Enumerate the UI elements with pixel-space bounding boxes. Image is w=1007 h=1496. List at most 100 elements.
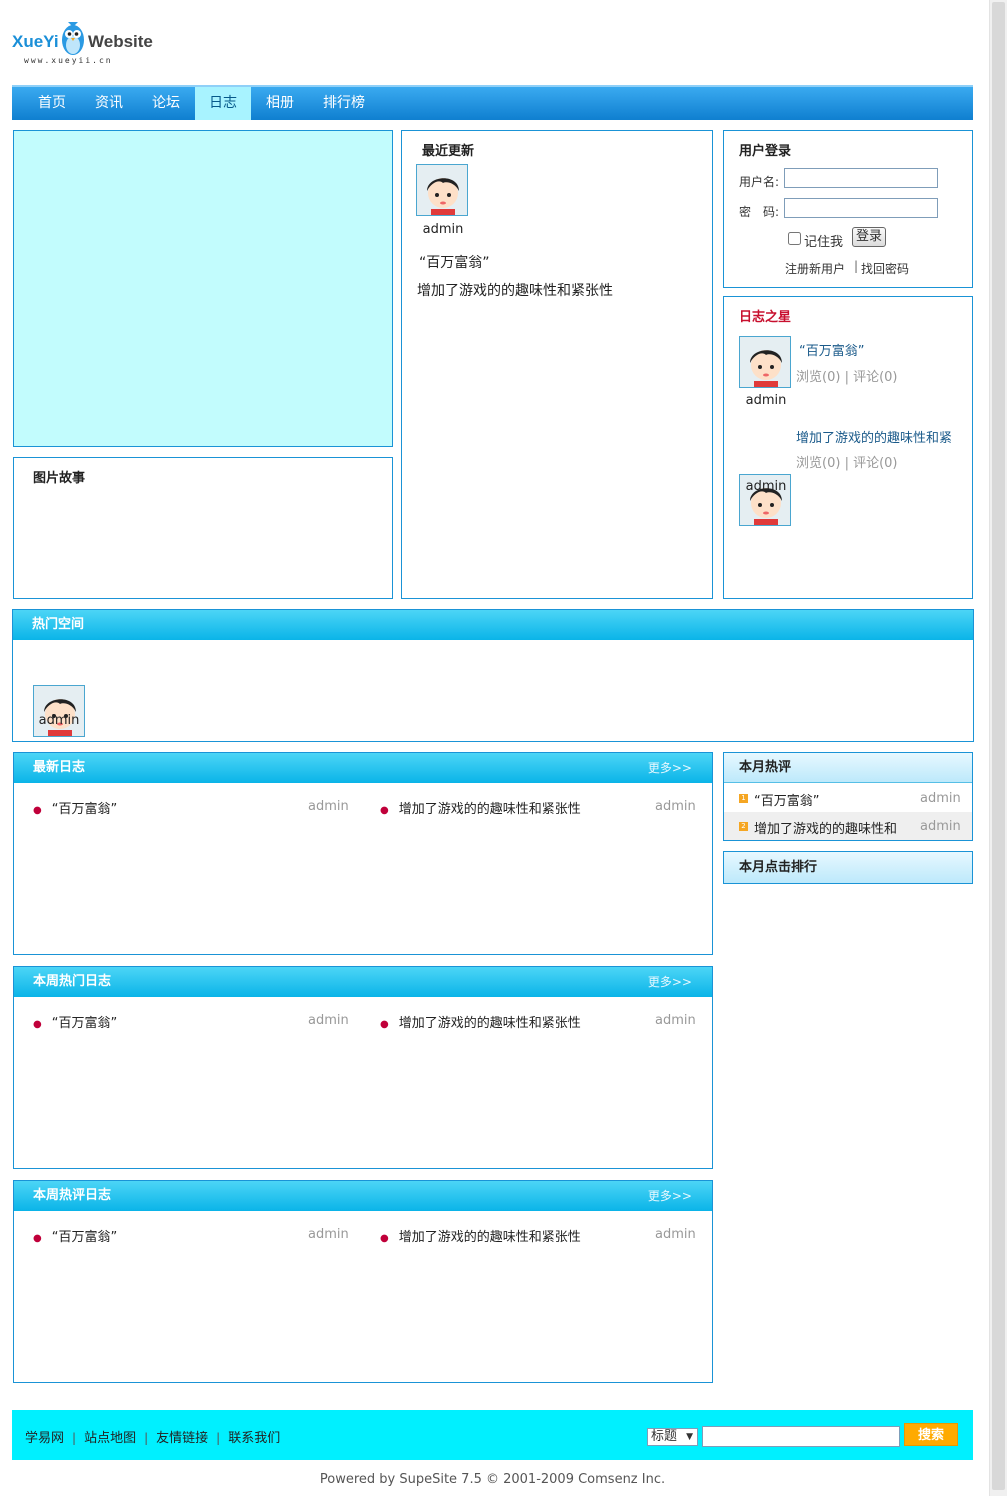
login-button[interactable]: 登录 <box>852 227 887 247</box>
login-title: 用户登录 <box>739 144 792 159</box>
username-input[interactable] <box>784 168 938 188</box>
search-type-select[interactable]: 标题 ▼ <box>647 1428 698 1446</box>
list-item[interactable]: ● “百万富翁” <box>33 798 117 817</box>
nav-item-ranking[interactable]: 排行榜 <box>309 87 379 120</box>
star-entry-title-2[interactable]: 增加了游戏的的趣味性和紧 <box>796 427 952 446</box>
hot-space-username[interactable]: admin <box>33 713 85 728</box>
search-type-value: 标题 <box>651 1429 678 1444</box>
list-item[interactable]: ● 增加了游戏的的趣味性和紧张性 <box>380 1012 581 1031</box>
more-link[interactable]: 更多>> <box>648 967 692 997</box>
recent-updates-panel: 最近更新 admin “百万富翁” 增加了游戏的的趣味性和紧张性 <box>401 130 713 599</box>
list-item-title[interactable]: 增加了游戏的的趣味性和紧张性 <box>399 1230 581 1245</box>
list-item-title[interactable]: “百万富翁” <box>52 1230 117 1245</box>
latest-blogs-title-text: 最新日志 <box>33 760 86 775</box>
avatar[interactable] <box>416 164 468 216</box>
picture-story-panel: 图片故事 <box>13 457 393 599</box>
avatar[interactable] <box>33 685 85 737</box>
footer-link-friends[interactable]: 友情链接 <box>156 1431 208 1446</box>
bird-logo-icon <box>62 22 84 55</box>
star-comments: 评论(0) <box>853 456 898 471</box>
month-click-panel: 本月点击排行 <box>723 851 973 884</box>
user-avatar-icon <box>740 337 790 387</box>
recent-entry-2[interactable]: 增加了游戏的的趣味性和紧张性 <box>417 280 613 300</box>
rank-badge-icon: 2 <box>739 822 748 831</box>
nav-item-news[interactable]: 资讯 <box>81 87 137 120</box>
login-link-divider: | <box>854 259 859 273</box>
rank-row[interactable]: 1 “百万富翁” admin <box>724 784 972 812</box>
recent-entry-1[interactable]: “百万富翁” <box>419 252 490 272</box>
remember-me-label[interactable]: 记住我 <box>804 231 843 250</box>
blog-star-panel: 日志之星 “百万富翁” 浏览(0) | 评论(0) admin 增加了游戏的的趣… <box>723 296 973 599</box>
list-item-title[interactable]: 增加了游戏的的趣味性和紧张性 <box>399 1016 581 1031</box>
more-link[interactable]: 更多>> <box>648 1181 692 1211</box>
list-item-author[interactable]: admin <box>655 799 696 814</box>
search-button[interactable]: 搜索 <box>904 1423 958 1446</box>
list-item-title[interactable]: “百万富翁” <box>52 1016 117 1031</box>
rank-item-author[interactable]: admin <box>920 791 961 806</box>
star-comments: 评论(0) <box>853 370 898 385</box>
login-panel: 用户登录 用户名: 密 码: 记住我 登录 注册新用户 | 找回密码 <box>723 130 973 288</box>
password-input[interactable] <box>784 198 938 218</box>
list-item-author[interactable]: admin <box>308 1013 349 1028</box>
footer-link-sitemap[interactable]: 站点地图 <box>84 1431 136 1446</box>
nav-item-blog[interactable]: 日志 <box>195 87 251 120</box>
register-link[interactable]: 注册新用户 <box>785 260 845 277</box>
list-item-author[interactable]: admin <box>655 1013 696 1028</box>
star-entry-stats-2: 浏览(0) | 评论(0) <box>796 452 898 471</box>
nav-item-home[interactable]: 首页 <box>24 87 80 120</box>
weekly-hot-blogs-panel: 本周热门日志 更多>> ● “百万富翁” admin ● 增加了游戏的的趣味性和紧张性… <box>13 966 713 1169</box>
star-stats-divider: | <box>844 370 849 385</box>
rank-item-title[interactable]: 增加了游戏的的趣味性和 <box>754 818 897 837</box>
weekly-commented-blogs-panel: 本周热评日志 更多>> ● “百万富翁” admin ● 增加了游戏的的趣味性和紧张性… <box>13 1180 713 1383</box>
list-item[interactable]: ● 增加了游戏的的趣味性和紧张性 <box>380 1226 581 1245</box>
picture-story-title: 图片故事 <box>33 471 86 486</box>
star-username-2[interactable]: admin <box>740 479 792 494</box>
nav-item-album[interactable]: 相册 <box>252 87 308 120</box>
rank-row[interactable]: 2 增加了游戏的的趣味性和 admin <box>724 812 972 840</box>
list-item-author[interactable]: admin <box>308 1227 349 1242</box>
list-item[interactable]: ● “百万富翁” <box>33 1226 117 1245</box>
bullet-icon: ● <box>33 1233 42 1244</box>
list-item-author[interactable]: admin <box>655 1227 696 1242</box>
star-stats-divider: | <box>844 456 849 471</box>
list-item-title[interactable]: “百万富翁” <box>52 802 117 817</box>
list-item-author[interactable]: admin <box>308 799 349 814</box>
forgot-password-link[interactable]: 找回密码 <box>861 260 909 277</box>
vertical-scrollbar[interactable] <box>989 0 1007 1496</box>
nav-item-forum[interactable]: 论坛 <box>138 87 194 120</box>
banner-area <box>13 130 393 447</box>
star-entry-title-1[interactable]: “百万富翁” <box>799 340 864 359</box>
weekly-commented-blogs-title: 本周热评日志 更多>> <box>14 1181 712 1211</box>
list-item-title[interactable]: 增加了游戏的的趣味性和紧张性 <box>399 802 581 817</box>
search-input[interactable] <box>702 1426 900 1447</box>
footer-bar: 学易网 | 站点地图 | 友情链接 | 联系我们 标题 ▼ 搜索 <box>12 1410 973 1460</box>
rank-item-title[interactable]: “百万富翁” <box>754 790 819 809</box>
footer-link-contact[interactable]: 联系我们 <box>228 1431 280 1446</box>
scrollbar-thumb[interactable] <box>992 2 1005 1490</box>
rank-item-author[interactable]: admin <box>920 819 961 834</box>
site-logo[interactable]: XueYi Website www.xueyii.cn <box>12 16 162 71</box>
bullet-icon: ● <box>33 1019 42 1030</box>
month-hot-panel: 本月热评 1 “百万富翁” admin 2 增加了游戏的的趣味性和 admin <box>723 752 973 841</box>
bullet-icon: ● <box>380 1233 389 1244</box>
star-views: 浏览(0) <box>796 456 841 471</box>
weekly-commented-blogs-title-text: 本周热评日志 <box>33 1188 112 1203</box>
star-username-1[interactable]: admin <box>740 393 792 408</box>
list-item[interactable]: ● “百万富翁” <box>33 1012 117 1031</box>
remember-me-checkbox[interactable] <box>788 232 801 245</box>
avatar-username[interactable]: admin <box>417 222 469 237</box>
bullet-icon: ● <box>380 1019 389 1030</box>
list-item[interactable]: ● 增加了游戏的的趣味性和紧张性 <box>380 798 581 817</box>
footer-divider: | <box>72 1431 77 1445</box>
latest-blogs-title: 最新日志 更多>> <box>14 753 712 783</box>
hot-space-title: 热门空间 <box>13 610 973 640</box>
star-views: 浏览(0) <box>796 370 841 385</box>
logo-url: www.xueyii.cn <box>24 56 113 65</box>
chevron-down-icon: ▼ <box>686 1432 693 1442</box>
more-link[interactable]: 更多>> <box>648 753 692 783</box>
footer-link-xueyi[interactable]: 学易网 <box>25 1431 64 1446</box>
bullet-icon: ● <box>380 805 389 816</box>
avatar[interactable] <box>739 336 791 388</box>
latest-blogs-panel: 最新日志 更多>> ● “百万富翁” admin ● 增加了游戏的的趣味性和紧张性 a… <box>13 752 713 955</box>
month-click-title: 本月点击排行 <box>724 852 972 883</box>
